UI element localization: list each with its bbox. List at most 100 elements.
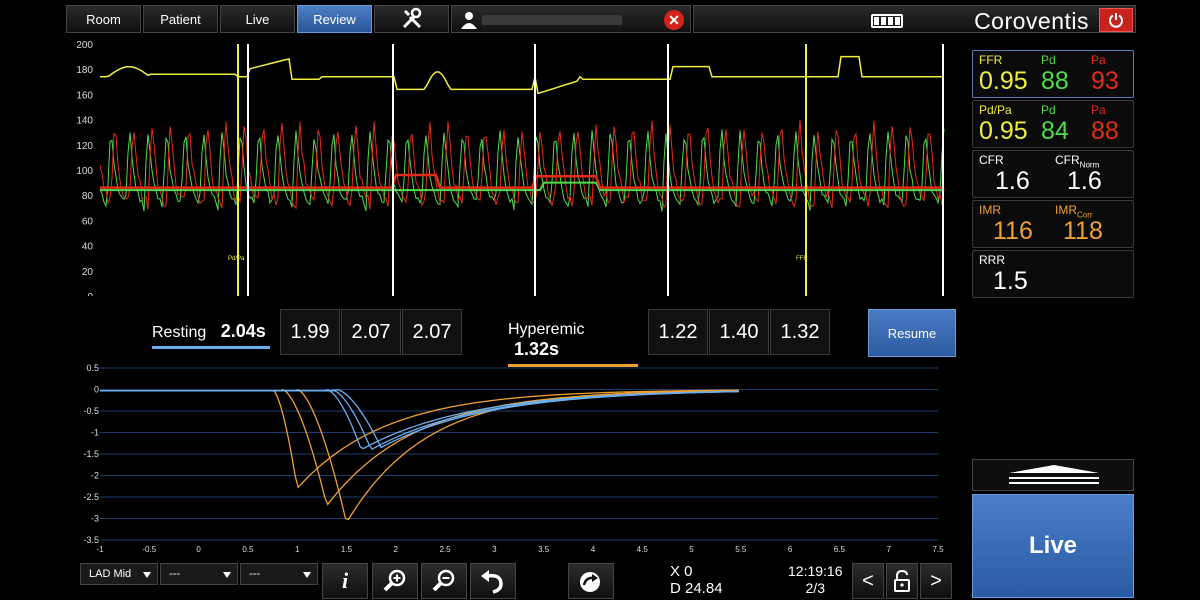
- rrr-label: RRR: [979, 253, 1005, 267]
- y-tick-label: 40: [82, 242, 94, 253]
- hyperemic-value: 1.32s: [514, 339, 560, 359]
- ffr-box[interactable]: FFR 0.95 Pd 88 Pa 93: [972, 50, 1134, 98]
- tab-live[interactable]: Live: [220, 5, 295, 33]
- pdpa-pd-label: Pd: [1041, 103, 1056, 117]
- x-tick-label: 1: [295, 545, 300, 554]
- x-tick-label: 5: [689, 545, 694, 554]
- ratio-trace: [100, 55, 943, 95]
- imr-value: 116: [993, 217, 1033, 245]
- y-tick-label: -3.5: [83, 535, 99, 545]
- resume-button[interactable]: Resume: [868, 309, 956, 357]
- info-button[interactable]: i: [322, 563, 368, 599]
- select-3[interactable]: ---: [240, 563, 318, 585]
- x-tick-label: 0: [196, 545, 201, 554]
- tab-review[interactable]: Review: [297, 5, 372, 33]
- rrr-value: 1.5: [993, 267, 1028, 295]
- redo-button[interactable]: [568, 563, 614, 599]
- x-tick-label: 6.5: [834, 545, 846, 554]
- cfr-value: 1.6: [995, 167, 1030, 195]
- person-icon: [461, 12, 477, 29]
- hyperemic-time-2[interactable]: 1.40: [709, 309, 769, 355]
- live-button[interactable]: Live: [972, 494, 1134, 598]
- chevron-right-icon: >: [930, 569, 942, 592]
- x-tick-label: 1.5: [341, 545, 353, 554]
- y-tick-label: 0: [94, 385, 99, 395]
- page-indicator: 2/3: [805, 580, 825, 596]
- select-2[interactable]: ---: [160, 563, 238, 585]
- x-tick-label: 4.5: [637, 545, 649, 554]
- close-patient-button[interactable]: ✕: [664, 10, 684, 30]
- ffr-pa-value: 93: [1091, 67, 1119, 95]
- y-tick-label: 120: [76, 141, 93, 152]
- resting-time-1[interactable]: 1.99: [280, 309, 340, 355]
- y-tick-label: 0: [87, 292, 93, 296]
- unlock-icon: [894, 570, 910, 592]
- x-readout: X 0: [670, 563, 693, 580]
- y-tick-label: 20: [82, 267, 94, 278]
- chevron-up-icon: [1009, 465, 1099, 484]
- pd-mean-trace: [100, 181, 944, 192]
- imr-label: IMR: [979, 203, 1001, 217]
- x-tick-label: 6: [788, 545, 793, 554]
- hyperemic-curve-1: [100, 389, 739, 489]
- ffr-label: FFR: [979, 53, 1003, 67]
- next-button[interactable]: >: [920, 563, 952, 599]
- transit-row: Resting 2.04s 1.99 2.07 2.07 Hyperemic 1…: [0, 309, 970, 367]
- tab-patient[interactable]: Patient: [143, 5, 218, 33]
- expand-panel-button[interactable]: [972, 459, 1134, 491]
- power-button[interactable]: [1099, 8, 1133, 32]
- x-tick-label: -1: [96, 545, 104, 554]
- pdpa-box[interactable]: Pd/Pa 0.95 Pd 84 Pa 88: [972, 100, 1134, 148]
- rrr-box[interactable]: RRR 1.5: [972, 250, 1134, 298]
- ffr-pd-value: 88: [1041, 67, 1069, 95]
- clock: 12:19:16: [788, 563, 843, 579]
- y-tick-label: -2.5: [83, 492, 99, 502]
- hyperemic-time-1[interactable]: 1.22: [648, 309, 708, 355]
- x-tick-label: 7.5: [932, 545, 944, 554]
- resting-curve-2: [100, 389, 739, 451]
- ffr-pa-label: Pa: [1091, 53, 1106, 67]
- bottom-toolbar: LAD Mid --- --- i X 0 D 24.84 12:19:16 2…: [0, 561, 970, 600]
- x-tick-label: 3.5: [538, 545, 550, 554]
- tools-icon: [402, 7, 421, 29]
- power-icon: [1109, 13, 1123, 28]
- x-tick-label: 0.5: [242, 545, 254, 554]
- marker-label: Pd/Pa: [228, 256, 245, 262]
- ffr-pd-label: Pd: [1041, 53, 1056, 67]
- x-tick-label: -0.5: [142, 545, 156, 554]
- zoom-out-icon: [432, 569, 455, 592]
- resting-time-3[interactable]: 2.07: [402, 309, 462, 355]
- undo-button[interactable]: [470, 563, 516, 599]
- y-tick-label: 80: [82, 191, 94, 202]
- resting-time-2[interactable]: 2.07: [341, 309, 401, 355]
- pdpa-pd-value: 84: [1041, 117, 1069, 145]
- resting-label: Resting: [152, 324, 207, 341]
- tools-button[interactable]: [374, 5, 449, 33]
- y-tick-label: -0.5: [83, 406, 99, 416]
- y-tick-label: 60: [82, 216, 94, 227]
- resting-curve-3: [100, 388, 739, 449]
- values-panel: FFR 0.95 Pd 88 Pa 93 Pd/Pa 0.95 Pd 84 Pa…: [972, 50, 1134, 300]
- ffr-value: 0.95: [979, 67, 1028, 95]
- hyperemic-time-3[interactable]: 1.32: [770, 309, 830, 355]
- imr-box[interactable]: IMR 116 IMRCorr 118: [972, 200, 1134, 248]
- zoom-in-button[interactable]: [372, 563, 418, 599]
- y-tick-label: 0.5: [86, 363, 99, 373]
- zoom-out-button[interactable]: [421, 563, 467, 599]
- pdpa-pa-label: Pa: [1091, 103, 1106, 117]
- cfr-box[interactable]: CFR 1.6 CFRNorm 1.6: [972, 150, 1134, 198]
- y-tick-label: 180: [76, 65, 93, 76]
- x-tick-label: 4: [591, 545, 596, 554]
- pressure-y-axis: 200180160140120100806040200: [76, 40, 93, 296]
- patient-field[interactable]: ✕: [451, 5, 691, 33]
- brand-logo: Coroventis: [974, 8, 1089, 34]
- patient-name-redacted: [482, 15, 622, 25]
- tab-room[interactable]: Room: [66, 5, 141, 33]
- d-readout: D 24.84: [670, 580, 723, 597]
- prev-button[interactable]: <: [852, 563, 884, 599]
- undo-icon: [481, 570, 503, 594]
- lock-button[interactable]: [886, 563, 918, 599]
- vessel-select[interactable]: LAD Mid: [80, 563, 158, 585]
- cursor-readout: X 0 D 24.84: [670, 563, 723, 597]
- cfr-norm-value: 1.6: [1067, 167, 1102, 195]
